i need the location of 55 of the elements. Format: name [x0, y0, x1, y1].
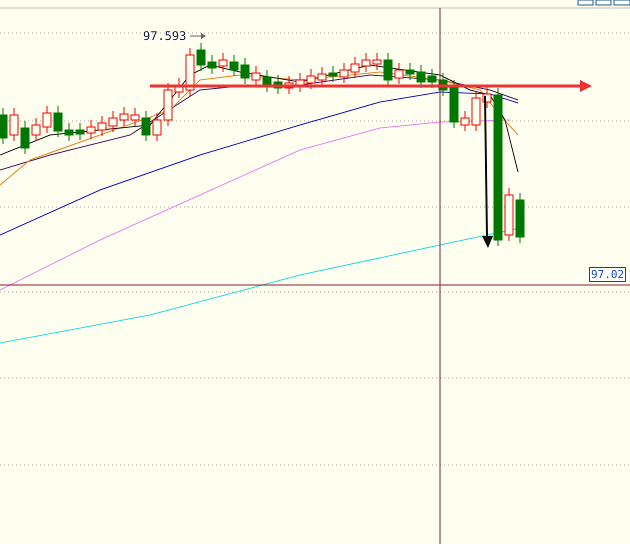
candlestick [262, 70, 272, 92]
arrow-icon [150, 80, 592, 92]
candlestick [460, 110, 470, 132]
candlestick [450, 80, 458, 128]
candlestick [372, 52, 382, 70]
candlestick [428, 68, 436, 88]
toolbar-button-icon[interactable] [596, 0, 612, 6]
leader-line [190, 33, 206, 39]
candlestick [54, 106, 62, 138]
candlestick [174, 78, 184, 98]
toolbar-button-icon[interactable] [614, 0, 630, 6]
candlestick [98, 116, 106, 136]
candlestick [86, 120, 96, 140]
price-label: 97.02 [589, 267, 626, 282]
candlestick [306, 68, 316, 90]
candlestick [472, 90, 480, 132]
candlestick [196, 42, 206, 72]
candlestick [384, 52, 392, 86]
candlestick [274, 74, 282, 94]
candlestick [186, 48, 194, 96]
candlestick [504, 188, 514, 242]
toolbar-button-icon[interactable] [578, 0, 594, 6]
candlestick [252, 66, 260, 86]
candlestick [318, 66, 326, 86]
candlestick [438, 72, 448, 96]
candlestick [350, 56, 360, 78]
candlestick [120, 106, 128, 126]
candlestick [296, 72, 304, 92]
high-price-label: 97.593 [143, 29, 186, 43]
candlestick [340, 62, 348, 84]
candlestick [328, 66, 338, 82]
candlestick [516, 192, 524, 244]
candlestick [164, 82, 172, 126]
candlestick [230, 54, 238, 76]
candlestick [406, 62, 414, 80]
candlestick [108, 110, 118, 132]
candlestick [416, 64, 426, 88]
candlestick [42, 106, 52, 134]
candlestick [64, 122, 74, 142]
candlestick [32, 118, 40, 142]
candlestick [394, 62, 404, 84]
candlestick [240, 58, 250, 84]
candlestick [0, 108, 8, 144]
candlestick [142, 110, 150, 142]
candlestick [218, 52, 228, 72]
candlestick [76, 122, 84, 140]
candlestick [208, 54, 216, 74]
candlestick [284, 76, 294, 94]
candlestick [152, 112, 162, 142]
arrow-icon [482, 96, 493, 248]
candlestick [130, 108, 140, 126]
candlestick [10, 108, 18, 142]
candlestick [482, 86, 492, 108]
candlestick [362, 52, 370, 72]
candlestick [20, 120, 30, 154]
